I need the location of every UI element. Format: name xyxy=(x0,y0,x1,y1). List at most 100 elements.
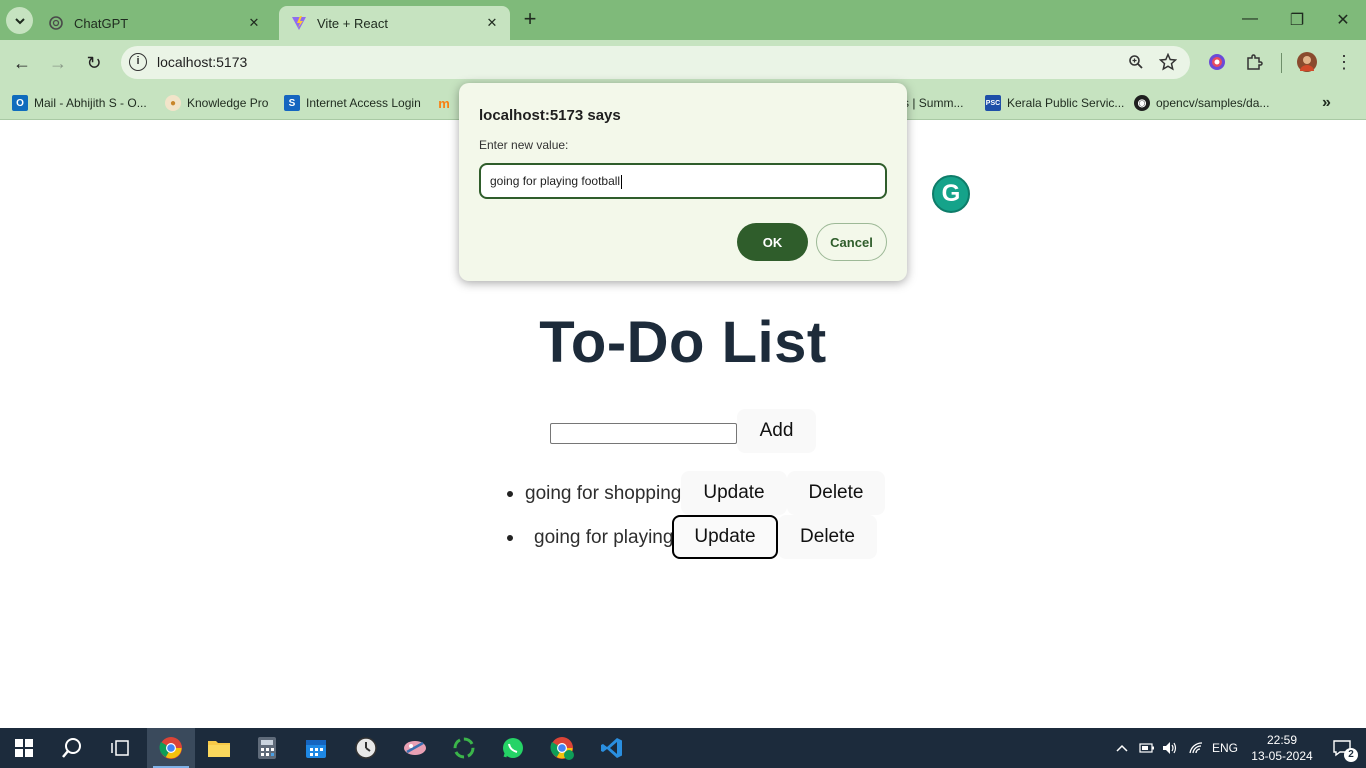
clock-area[interactable]: 22:59 13-05-2024 xyxy=(1246,728,1318,768)
taskbar-whatsapp[interactable] xyxy=(489,728,537,768)
bookmark-knowledge-pro[interactable]: ● Knowledge Pro xyxy=(165,93,268,113)
github-icon: ◉ xyxy=(1134,95,1150,111)
cancel-button[interactable]: Cancel xyxy=(816,223,887,261)
chevron-down-icon xyxy=(14,17,25,24)
dialog-title: localhost:5173 says xyxy=(479,107,621,124)
tab-vite-react[interactable]: Vite + React ✕ xyxy=(279,6,510,40)
minimize-icon[interactable]: — xyxy=(1240,10,1260,30)
update-button[interactable]: Update xyxy=(681,471,787,515)
calculator-icon xyxy=(258,737,276,759)
new-tab-button[interactable]: + xyxy=(519,8,541,31)
forward-icon[interactable]: → xyxy=(46,51,70,75)
site-info-icon[interactable]: i xyxy=(129,53,147,71)
back-icon[interactable]: ← xyxy=(10,51,34,75)
menu-kebab-icon[interactable]: ⋮ xyxy=(1334,52,1354,72)
wifi-icon[interactable] xyxy=(1185,728,1207,768)
bookmark-label: Kerala Public Servic... xyxy=(1007,96,1125,110)
browser-toolbar: ← → ↻ i localhost:5173 ⋮ xyxy=(0,40,1366,86)
clock-icon xyxy=(355,737,377,759)
bookmark-opencv[interactable]: ◉ opencv/samples/da... xyxy=(1134,93,1269,113)
search-button[interactable] xyxy=(48,728,96,768)
task-view-button[interactable] xyxy=(96,728,144,768)
notification-badge: 2 xyxy=(1344,748,1358,762)
taskbar-app-green[interactable] xyxy=(440,728,488,768)
tab-strip: ChatGPT ✕ Vite + React ✕ + — ❐ ✕ xyxy=(0,0,1366,40)
taskbar-snipping[interactable] xyxy=(391,728,439,768)
calendar-icon xyxy=(306,740,326,758)
grammarly-icon[interactable]: G xyxy=(932,175,970,213)
list-bullet xyxy=(507,535,513,541)
dialog-message: Enter new value: xyxy=(479,138,569,152)
bookmark-star-icon[interactable] xyxy=(1158,52,1178,72)
taskbar-chrome-profile[interactable] xyxy=(538,728,586,768)
bookmark-moodle[interactable]: m xyxy=(436,93,458,113)
taskbar-calendar[interactable] xyxy=(292,728,340,768)
battery-icon[interactable] xyxy=(1137,728,1157,768)
chrome-icon xyxy=(159,737,182,759)
zoom-icon[interactable] xyxy=(1126,52,1146,72)
kpsc-icon: PSC xyxy=(985,95,1001,111)
bookmark-label: Knowledge Pro xyxy=(187,96,269,110)
update-button-focused[interactable]: Update xyxy=(672,515,778,559)
close-window-icon[interactable]: ✕ xyxy=(1333,10,1353,30)
taskbar-clock[interactable] xyxy=(342,728,390,768)
language-indicator[interactable]: ENG xyxy=(1210,728,1240,768)
dialog-input-value: going for playing football xyxy=(490,174,621,188)
bookmark-label: s | Summ... xyxy=(903,96,964,110)
restore-icon[interactable]: ❐ xyxy=(1287,10,1307,30)
color-extension-icon[interactable] xyxy=(1207,52,1227,72)
chatgpt-icon xyxy=(48,15,64,31)
whatsapp-icon xyxy=(503,738,523,758)
delete-button[interactable]: Delete xyxy=(778,515,877,559)
close-tab-icon[interactable]: ✕ xyxy=(484,15,500,31)
todo-item-text: going for shopping xyxy=(525,483,682,504)
ok-button[interactable]: OK xyxy=(737,223,808,261)
reload-icon[interactable]: ↻ xyxy=(82,51,106,75)
more-bookmarks-icon[interactable]: » xyxy=(1322,93,1331,113)
close-tab-icon[interactable]: ✕ xyxy=(246,15,262,31)
dialog-input[interactable]: going for playing football xyxy=(479,163,887,199)
extensions-puzzle-icon[interactable] xyxy=(1244,52,1264,72)
bookmark-summary[interactable]: s | Summ... xyxy=(903,93,963,113)
profile-avatar[interactable] xyxy=(1297,52,1317,72)
tray-overflow-icon[interactable] xyxy=(1112,728,1132,768)
todo-item-text: going for playing xyxy=(534,527,674,548)
bookmark-internet-access[interactable]: S Internet Access Login xyxy=(284,93,421,113)
login-icon: S xyxy=(284,95,300,111)
taskbar-date: 13-05-2024 xyxy=(1251,749,1313,763)
bookmark-label: Internet Access Login xyxy=(306,96,421,110)
chrome-profile-icon xyxy=(550,737,574,760)
bookmark-label: Mail - Abhijith S - O... xyxy=(34,96,147,110)
outlook-icon: O xyxy=(12,95,28,111)
taskbar-vscode[interactable] xyxy=(588,728,636,768)
notification-center-button[interactable]: 2 xyxy=(1322,728,1362,768)
text-caret xyxy=(621,174,623,189)
delete-button[interactable]: Delete xyxy=(787,471,885,515)
todo-input[interactable] xyxy=(550,423,737,444)
knowledge-pro-icon: ● xyxy=(165,95,181,111)
taskbar-file-explorer[interactable] xyxy=(195,728,243,768)
bookmark-label: opencv/samples/da... xyxy=(1156,96,1270,110)
list-bullet xyxy=(507,491,513,497)
prompt-dialog: localhost:5173 says Enter new value: goi… xyxy=(459,83,907,281)
windows-icon xyxy=(15,739,33,757)
volume-icon[interactable] xyxy=(1160,728,1180,768)
vite-icon xyxy=(291,15,307,31)
taskbar-chrome[interactable] xyxy=(147,728,195,768)
bookmark-kerala-psc[interactable]: PSC Kerala Public Servic... xyxy=(985,93,1124,113)
task-view-icon xyxy=(111,740,129,756)
vscode-icon xyxy=(601,738,622,758)
tab-chatgpt[interactable]: ChatGPT ✕ xyxy=(36,6,272,40)
taskbar-calculator[interactable] xyxy=(243,728,291,768)
search-icon xyxy=(62,738,81,758)
toolbar-divider xyxy=(1281,53,1282,73)
bookmark-mail[interactable]: O Mail - Abhijith S - O... xyxy=(12,93,147,113)
folder-icon xyxy=(208,741,230,757)
url-text: localhost:5173 xyxy=(157,54,248,70)
add-button[interactable]: Add xyxy=(737,409,816,453)
tab-search-button[interactable] xyxy=(6,7,33,34)
address-bar[interactable]: i localhost:5173 xyxy=(121,46,1190,79)
start-button[interactable] xyxy=(0,728,48,768)
tab-title: Vite + React xyxy=(317,15,388,31)
page-title: To-Do List xyxy=(539,310,827,375)
